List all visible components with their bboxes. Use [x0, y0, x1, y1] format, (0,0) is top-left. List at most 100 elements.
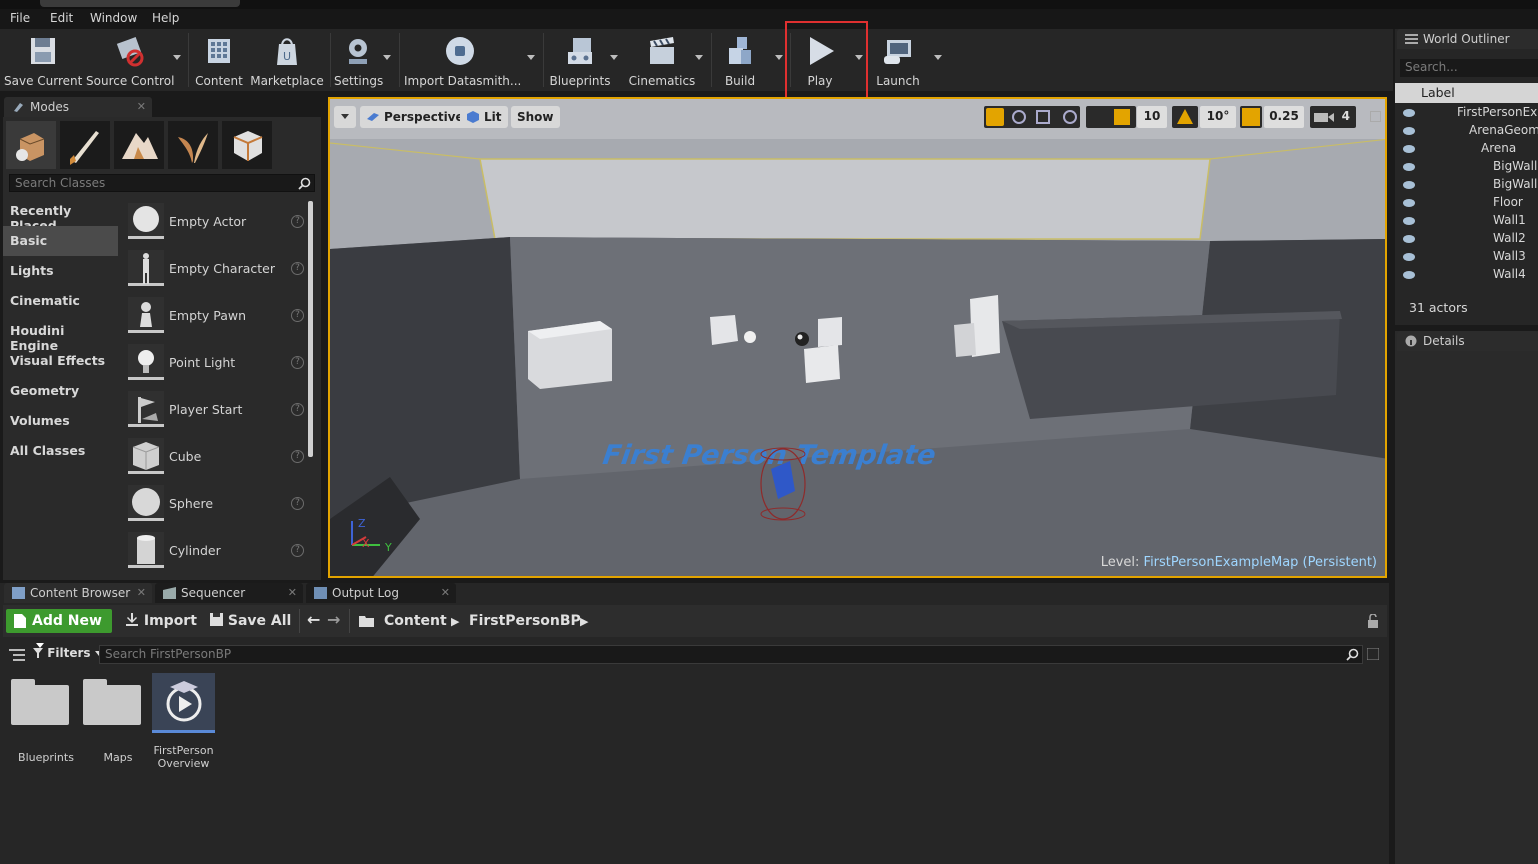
content-button[interactable]: Content — [194, 29, 244, 91]
outliner-row[interactable]: BigWall2 — [1395, 177, 1538, 195]
eye-icon[interactable] — [1403, 199, 1415, 207]
scale-tool-icon[interactable] — [1036, 110, 1050, 124]
foliage-mode-icon[interactable] — [168, 121, 218, 169]
cinematics-button[interactable]: Cinematics — [628, 29, 696, 91]
category-recently-placed[interactable]: Recently Placed — [3, 196, 118, 233]
menu-file[interactable]: File — [10, 11, 30, 25]
place-item-sphere[interactable]: Sphere ? — [125, 483, 309, 529]
modes-tab[interactable]: Modes ✕ — [4, 97, 152, 117]
save-all-button[interactable]: Save All — [210, 613, 291, 629]
menu-help[interactable]: Help — [152, 11, 179, 25]
category-cinematic[interactable]: Cinematic — [3, 286, 118, 316]
eye-icon[interactable] — [1403, 271, 1415, 279]
viewport-options-button[interactable] — [334, 106, 356, 128]
rotation-snap-value[interactable]: 10° — [1200, 106, 1236, 128]
camera-speed-button[interactable]: 4 — [1310, 106, 1356, 128]
world-outliner-tab[interactable]: World Outliner — [1397, 29, 1538, 49]
menu-window[interactable]: Window — [90, 11, 137, 25]
source-control-dropdown-icon[interactable] — [173, 55, 181, 60]
outliner-row[interactable]: Wall3 — [1395, 249, 1538, 267]
back-arrow-icon[interactable]: ← — [307, 610, 320, 629]
close-icon[interactable]: ✕ — [441, 583, 450, 603]
help-icon[interactable]: ? — [291, 497, 304, 510]
add-new-button[interactable]: Add New — [6, 609, 112, 648]
paint-mode-icon[interactable] — [60, 121, 110, 169]
outliner-row[interactable]: Wall1 — [1395, 213, 1538, 231]
outliner-search-input[interactable]: Search... — [1400, 59, 1538, 77]
close-icon[interactable]: ✕ — [288, 583, 297, 603]
category-houdini-engine[interactable]: Houdini Engine — [3, 316, 118, 353]
place-item-point-light[interactable]: Point Light ? — [125, 342, 309, 388]
launch-dropdown-icon[interactable] — [934, 55, 942, 60]
eye-icon[interactable] — [1403, 109, 1415, 117]
place-item-empty-pawn[interactable]: Empty Pawn ? — [125, 295, 309, 341]
help-icon[interactable]: ? — [291, 262, 304, 275]
import-datasmith-button[interactable]: Import Datasmith... — [404, 29, 521, 91]
source-control-button[interactable]: Source Control — [86, 29, 174, 91]
folder-blueprints[interactable]: Blueprints — [11, 673, 81, 773]
launch-button[interactable]: Launch — [872, 29, 924, 91]
place-item-player-start[interactable]: Player Start ? — [125, 389, 309, 435]
close-icon[interactable]: ✕ — [137, 97, 146, 117]
maximize-viewport-icon[interactable] — [1370, 111, 1381, 122]
help-icon[interactable]: ? — [291, 544, 304, 557]
lock-icon[interactable] — [1367, 614, 1379, 628]
eye-icon[interactable] — [1403, 181, 1415, 189]
document-tab[interactable] — [40, 0, 240, 7]
outliner-row[interactable]: Wall2 — [1395, 231, 1538, 249]
outliner-label-column[interactable]: Label — [1395, 83, 1538, 103]
eye-icon[interactable] — [1403, 253, 1415, 261]
asset-firstperson-overview[interactable]: FirstPerson Overview — [152, 673, 222, 773]
scale-snap-toggle[interactable] — [1240, 106, 1262, 128]
breadcrumb-content[interactable]: Content — [384, 613, 447, 629]
grid-snap-toggle[interactable] — [1086, 106, 1136, 128]
landscape-mode-icon[interactable] — [114, 121, 164, 169]
content-search-input[interactable]: Search FirstPersonBP — [99, 645, 1363, 664]
help-icon[interactable]: ? — [291, 309, 304, 322]
save-current-button[interactable]: Save Current — [4, 29, 82, 91]
forward-arrow-icon[interactable]: → — [327, 610, 340, 629]
category-basic[interactable]: Basic — [3, 226, 118, 256]
eye-icon[interactable] — [1403, 163, 1415, 171]
import-datasmith-dropdown-icon[interactable] — [527, 55, 535, 60]
save-search-icon[interactable] — [1367, 648, 1379, 660]
breadcrumb-separator-icon[interactable]: ▶ — [451, 615, 459, 628]
place-item-cube[interactable]: Cube ? — [125, 436, 309, 482]
eye-icon[interactable] — [1403, 127, 1415, 135]
outliner-row[interactable]: BigWall — [1395, 159, 1538, 177]
category-visual-effects[interactable]: Visual Effects — [3, 346, 118, 376]
build-dropdown-icon[interactable] — [775, 55, 783, 60]
category-all-classes[interactable]: All Classes — [3, 436, 118, 466]
eye-icon[interactable] — [1403, 217, 1415, 225]
details-tab[interactable]: Details — [1397, 331, 1538, 351]
cinematics-dropdown-icon[interactable] — [695, 55, 703, 60]
place-list-scrollbar[interactable] — [308, 201, 313, 457]
eye-icon[interactable] — [1403, 145, 1415, 153]
settings-dropdown-icon[interactable] — [383, 55, 391, 60]
settings-button[interactable]: Settings — [334, 29, 383, 91]
tab-content-browser[interactable]: Content Browser ✕ — [4, 583, 152, 603]
grid-snap-value[interactable]: 10 — [1137, 106, 1167, 128]
outliner-row[interactable]: Wall4 — [1395, 267, 1538, 285]
place-item-cylinder[interactable]: Cylinder ? — [125, 530, 309, 576]
search-classes-input[interactable]: Search Classes — [9, 174, 315, 192]
help-icon[interactable]: ? — [291, 215, 304, 228]
tab-sequencer[interactable]: Sequencer ✕ — [155, 583, 303, 603]
place-item-empty-actor[interactable]: Empty Actor ? — [125, 201, 309, 247]
outliner-row[interactable]: Floor — [1395, 195, 1538, 213]
place-item-empty-character[interactable]: Empty Character ? — [125, 248, 309, 294]
blueprints-dropdown-icon[interactable] — [610, 55, 618, 60]
place-mode-icon[interactable] — [6, 121, 56, 169]
category-volumes[interactable]: Volumes — [3, 406, 118, 436]
category-geometry[interactable]: Geometry — [3, 376, 118, 406]
category-lights[interactable]: Lights — [3, 256, 118, 286]
filters-button[interactable]: Filters — [33, 646, 103, 660]
lit-view-mode-button[interactable]: Lit — [460, 106, 508, 128]
help-icon[interactable]: ? — [291, 450, 304, 463]
rotate-tool-icon[interactable] — [1012, 110, 1026, 124]
menu-edit[interactable]: Edit — [50, 11, 73, 25]
perspective-button[interactable]: Perspective — [360, 106, 470, 128]
scale-snap-value[interactable]: 0.25 — [1264, 106, 1304, 128]
blueprints-button[interactable]: Blueprints — [548, 29, 612, 91]
build-button[interactable]: Build — [716, 29, 764, 91]
